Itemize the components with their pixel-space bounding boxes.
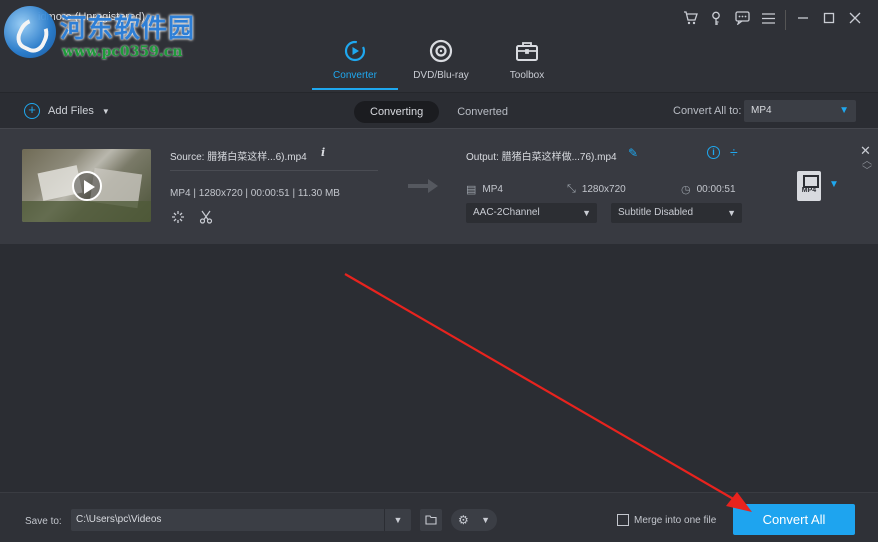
video-thumbnail[interactable] xyxy=(22,149,151,222)
play-icon[interactable] xyxy=(72,171,102,201)
merge-checkbox[interactable]: Merge into one file xyxy=(617,514,716,526)
add-files-label: Add Files xyxy=(48,105,94,117)
tab-toolbox-label: Toolbox xyxy=(509,70,545,81)
tab-converter[interactable]: Converter xyxy=(312,38,398,90)
output-duration: ◷ 00:00:51 xyxy=(681,183,736,196)
subtitle-select[interactable]: Subtitle Disabled ▼ xyxy=(611,203,742,223)
save-path-field[interactable]: C:\Users\pc\Videos xyxy=(71,509,411,531)
chevron-down-icon: ▼ xyxy=(839,105,849,116)
conversion-tabs: Converting Converted xyxy=(354,101,524,123)
bottom-bar: Save to: C:\Users\pc\Videos ▼ ⚙ ▼ Merge … xyxy=(0,492,878,542)
cart-icon[interactable] xyxy=(677,8,703,28)
minimize-icon[interactable] xyxy=(790,8,816,28)
scissors-icon[interactable] xyxy=(198,209,214,225)
output-resolution: ⤡ 1280x720 xyxy=(567,183,626,196)
plus-icon: + xyxy=(24,103,40,119)
output-format-value: MP4 xyxy=(482,184,503,195)
converter-icon xyxy=(342,38,368,64)
output-resolution-value: 1280x720 xyxy=(581,184,626,195)
resize-icon: ⤡ xyxy=(567,183,576,195)
tab-converter-label: Converter xyxy=(333,70,377,81)
chevron-down-icon[interactable]: ▼ xyxy=(102,107,110,116)
arrow-right-icon xyxy=(408,179,438,193)
chevron-down-icon[interactable]: ▼ xyxy=(384,509,411,531)
output-filename: Output: 腊猪白菜这样做...76).mp4 xyxy=(466,152,617,163)
window-controls xyxy=(677,8,868,32)
disc-icon xyxy=(428,38,454,64)
tab-converted[interactable]: Converted xyxy=(441,101,524,123)
close-icon[interactable] xyxy=(842,8,868,28)
tab-toolbox[interactable]: Toolbox xyxy=(484,38,570,90)
film-icon: ▤ xyxy=(466,184,477,196)
maximize-icon[interactable] xyxy=(816,8,842,28)
gear-icon: ⚙ xyxy=(458,513,469,527)
menu-icon[interactable] xyxy=(755,8,781,28)
chevron-down-icon: ▼ xyxy=(582,208,591,218)
folder-icon[interactable] xyxy=(420,509,442,531)
watermark-logo-icon xyxy=(4,6,56,58)
tab-dvd-bluray[interactable]: DVD/Blu-ray xyxy=(398,38,484,90)
title-bar: idmore (Unregistered) 河东软件园 www.pc0359.c… xyxy=(0,0,878,92)
enhance-icon[interactable] xyxy=(170,209,186,225)
file-item: Source: 腊猪白菜这样...6).mp4 i MP4 | 1280x720… xyxy=(0,128,878,244)
convert-all-button[interactable]: Convert All xyxy=(733,504,855,535)
divider xyxy=(170,170,378,171)
watermark-name: 河东软件园 xyxy=(60,14,196,44)
chevron-down-icon: ▼ xyxy=(481,515,490,525)
source-tools xyxy=(170,209,214,225)
output-duration-value: 00:00:51 xyxy=(696,184,736,195)
settings-button[interactable]: ⚙ ▼ xyxy=(451,509,497,531)
tab-converting[interactable]: Converting xyxy=(354,101,440,123)
audio-track-select[interactable]: AAC-2Channel ▼ xyxy=(466,203,597,223)
main-nav: Converter DVD/Blu-ray Toolbox xyxy=(312,38,570,90)
watermark-url: www.pc0359.cn xyxy=(62,44,183,60)
format-select-value: MP4 xyxy=(751,105,772,116)
info-icon[interactable]: i xyxy=(707,146,720,159)
subtitle-value: Subtitle Disabled xyxy=(618,207,694,218)
tab-dvd-bluray-label: DVD/Blu-ray xyxy=(413,70,469,81)
save-path-value: C:\Users\pc\Videos xyxy=(76,514,162,525)
thumbnail-detail xyxy=(22,201,151,222)
clock-icon: ◷ xyxy=(681,184,691,196)
checkbox[interactable] xyxy=(617,514,629,526)
convert-all-to-label: Convert All to: xyxy=(673,105,742,117)
toolbar: + Add Files ▼ Converting Converted Conve… xyxy=(0,92,878,128)
edit-icon[interactable]: ✎ xyxy=(628,146,638,160)
toolbox-icon xyxy=(514,38,540,64)
source-info-icon[interactable]: i xyxy=(321,146,325,159)
divider xyxy=(785,10,786,30)
split-icon[interactable]: ÷ xyxy=(730,144,738,160)
source-metadata: MP4 | 1280x720 | 00:00:51 | 11.30 MB xyxy=(170,188,340,199)
save-to-label: Save to: xyxy=(25,516,62,527)
source-filename: Source: 腊猪白菜这样...6).mp4 xyxy=(170,152,307,163)
move-up-icon[interactable]: ︿ xyxy=(862,157,872,167)
key-icon[interactable] xyxy=(703,8,729,28)
watermark: 河东软件园 www.pc0359.cn xyxy=(0,0,200,66)
audio-track-value: AAC-2Channel xyxy=(473,207,540,218)
add-files-button[interactable]: + Add Files ▼ xyxy=(24,103,110,119)
output-format: ▤ MP4 xyxy=(466,183,503,196)
merge-label: Merge into one file xyxy=(634,514,717,526)
chat-icon[interactable] xyxy=(729,8,755,28)
convert-all-format-select[interactable]: MP4 ▼ xyxy=(744,100,856,122)
output-format-icon[interactable]: MP4 xyxy=(797,171,821,201)
chevron-down-icon: ▼ xyxy=(727,208,736,218)
chevron-down-icon[interactable]: ▼ xyxy=(829,179,839,190)
move-down-icon[interactable]: ﹀ xyxy=(862,167,872,177)
